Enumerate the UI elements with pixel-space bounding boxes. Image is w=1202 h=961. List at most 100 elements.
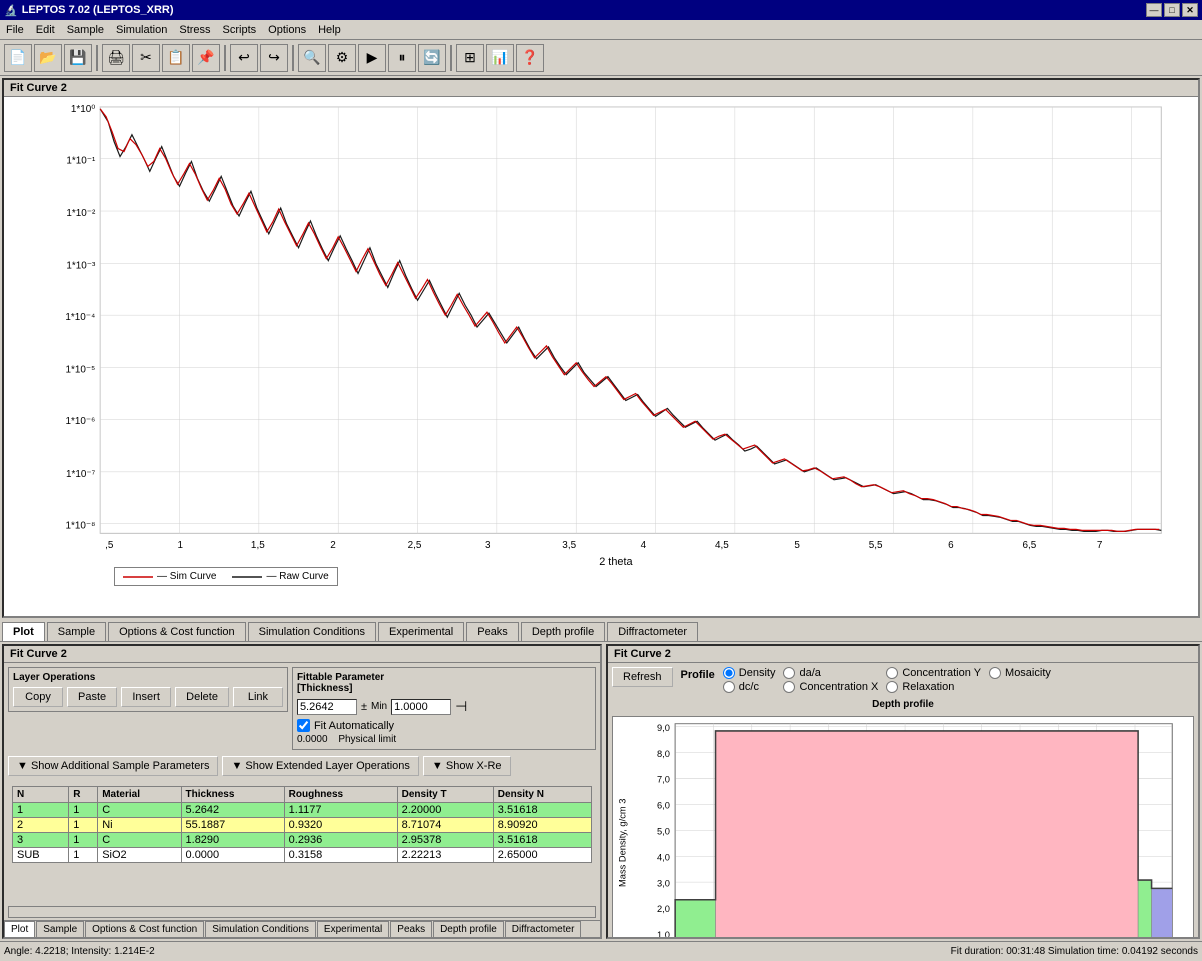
min-value-input[interactable]: [391, 699, 451, 715]
menu-sample[interactable]: Sample: [61, 22, 110, 38]
left-tab-peaks[interactable]: Peaks: [390, 921, 432, 937]
tab-simulation[interactable]: Simulation Conditions: [248, 622, 376, 641]
svg-text:2 theta: 2 theta: [599, 556, 633, 568]
toolbar-new[interactable]: 📄: [4, 44, 32, 72]
chart-wrapper: 1*10⁰ 1*10⁻¹ 1*10⁻² 1*10⁻³ 1*10⁻⁴ 1*10⁻⁵…: [4, 97, 1198, 573]
svg-text:9,0: 9,0: [657, 723, 670, 733]
toolbar-sim[interactable]: ▶: [358, 44, 386, 72]
tab-plot[interactable]: Plot: [2, 622, 45, 641]
left-tab-plot[interactable]: Plot: [4, 921, 35, 937]
toolbar-pause[interactable]: ⏸: [388, 44, 416, 72]
menu-help[interactable]: Help: [312, 22, 347, 38]
toolbar-refresh[interactable]: 🔄: [418, 44, 446, 72]
left-tab-options[interactable]: Options & Cost function: [85, 921, 204, 937]
tab-options[interactable]: Options & Cost function: [108, 622, 246, 641]
toolbar-cut[interactable]: ✂: [132, 44, 160, 72]
left-tab-diffractometer[interactable]: Diffractometer: [505, 921, 582, 937]
layer-ops-title: Layer Operations: [13, 672, 283, 683]
tab-diffractometer[interactable]: Diffractometer: [607, 622, 698, 641]
fit-auto-checkbox[interactable]: [297, 719, 310, 732]
toolbar-zoom[interactable]: 🔍: [298, 44, 326, 72]
left-tab-simulation[interactable]: Simulation Conditions: [205, 921, 316, 937]
table-row[interactable]: SUB1SiO20.00000.31582.222132.65000: [13, 848, 592, 863]
conc-x-radio[interactable]: [783, 681, 795, 693]
conc-y-radio[interactable]: [886, 667, 898, 679]
table-row[interactable]: 21Ni55.18870.93208.710748.90920: [13, 818, 592, 833]
legend-raw: — Raw Curve: [232, 571, 328, 582]
maximize-button[interactable]: □: [1164, 3, 1180, 17]
status-right: Fit duration: 00:31:48 Simulation time: …: [951, 946, 1198, 957]
toolbar-save[interactable]: 💾: [64, 44, 92, 72]
toolbar-settings[interactable]: ⚙: [328, 44, 356, 72]
toolbar-open[interactable]: 📂: [34, 44, 62, 72]
table-row[interactable]: 31C1.82900.29362.953783.51618: [13, 833, 592, 848]
fittable-value-input[interactable]: [297, 699, 357, 715]
min-label: Min: [371, 701, 387, 712]
menu-options[interactable]: Options: [262, 22, 312, 38]
svg-text:2,0: 2,0: [657, 904, 670, 914]
profile-label: Profile: [681, 669, 715, 681]
delete-button[interactable]: Delete: [175, 687, 229, 707]
tab-sample[interactable]: Sample: [47, 622, 106, 641]
col-material: Material: [98, 787, 181, 803]
minimize-button[interactable]: —: [1146, 3, 1162, 17]
horizontal-scrollbar[interactable]: [8, 906, 596, 918]
toolbar-sep-1: [96, 45, 98, 71]
dcc-radio[interactable]: [723, 681, 735, 693]
copy-button[interactable]: Copy: [13, 687, 63, 707]
table-row[interactable]: 11C5.26421.11772.200003.51618: [13, 803, 592, 818]
toolbar-help[interactable]: ❓: [516, 44, 544, 72]
svg-text:1,0: 1,0: [657, 930, 670, 939]
svg-text:2,5: 2,5: [408, 540, 422, 551]
toolbar-redo[interactable]: ↪: [260, 44, 288, 72]
tab-depth[interactable]: Depth profile: [521, 622, 605, 641]
tab-peaks[interactable]: Peaks: [466, 622, 519, 641]
svg-text:6,0: 6,0: [657, 801, 670, 811]
insert-button[interactable]: Insert: [121, 687, 171, 707]
col-density-n: Density N: [493, 787, 591, 803]
show-x-button[interactable]: ▼ Show X-Re: [423, 756, 511, 776]
col-density-t: Density T: [397, 787, 493, 803]
left-panel: Fit Curve 2 Layer Operations Copy Paste …: [2, 644, 602, 939]
legend-sim: — Sim Curve: [123, 571, 216, 582]
menu-stress[interactable]: Stress: [173, 22, 216, 38]
depth-profile-label: Depth profile: [608, 697, 1198, 712]
toolbar-copy[interactable]: 📋: [162, 44, 190, 72]
depth-chart: Mass Density, g/cm 3 9,0 8,0 7,0 6,0 5,0…: [612, 716, 1194, 939]
tab-experimental[interactable]: Experimental: [378, 622, 464, 641]
close-button[interactable]: ✕: [1182, 3, 1198, 17]
svg-text:7: 7: [1097, 540, 1103, 551]
menu-file[interactable]: File: [0, 22, 30, 38]
left-tab-depth[interactable]: Depth profile: [433, 921, 504, 937]
svg-text:,5: ,5: [105, 540, 114, 551]
status-bar: Angle: 4.2218; Intensity: 1.214E-2 Fit d…: [0, 941, 1202, 961]
col-thickness: Thickness: [181, 787, 284, 803]
relaxation-radio[interactable]: [886, 681, 898, 693]
menu-simulation[interactable]: Simulation: [110, 22, 173, 38]
radio-col2: da/a Concentration X: [783, 667, 878, 693]
density-radio[interactable]: [723, 667, 735, 679]
toolbar-paste[interactable]: 📌: [192, 44, 220, 72]
refresh-button[interactable]: Refresh: [612, 667, 673, 687]
toolbar-sep-4: [450, 45, 452, 71]
svg-text:6,5: 6,5: [1022, 540, 1036, 551]
menu-edit[interactable]: Edit: [30, 22, 61, 38]
menu-scripts[interactable]: Scripts: [217, 22, 263, 38]
show-additional-button[interactable]: ▼ Show Additional Sample Parameters: [8, 756, 218, 776]
toolbar-undo[interactable]: ↩: [230, 44, 258, 72]
svg-text:3,0: 3,0: [657, 878, 670, 888]
paste-button[interactable]: Paste: [67, 687, 117, 707]
toolbar-print[interactable]: 🖨: [102, 44, 130, 72]
col-n: N: [13, 787, 69, 803]
toolbar-grid[interactable]: ⊞: [456, 44, 484, 72]
col-roughness: Roughness: [284, 787, 397, 803]
link-button[interactable]: Link: [233, 687, 283, 707]
title-text: LEPTOS 7.02 (LEPTOS_XRR): [22, 4, 174, 16]
left-tab-experimental[interactable]: Experimental: [317, 921, 389, 937]
svg-text:6: 6: [948, 540, 954, 551]
toolbar-chart[interactable]: 📊: [486, 44, 514, 72]
mosaicity-radio[interactable]: [989, 667, 1001, 679]
show-extended-button[interactable]: ▼ Show Extended Layer Operations: [222, 756, 418, 776]
left-tab-sample[interactable]: Sample: [36, 921, 84, 937]
daa-radio[interactable]: [783, 667, 795, 679]
